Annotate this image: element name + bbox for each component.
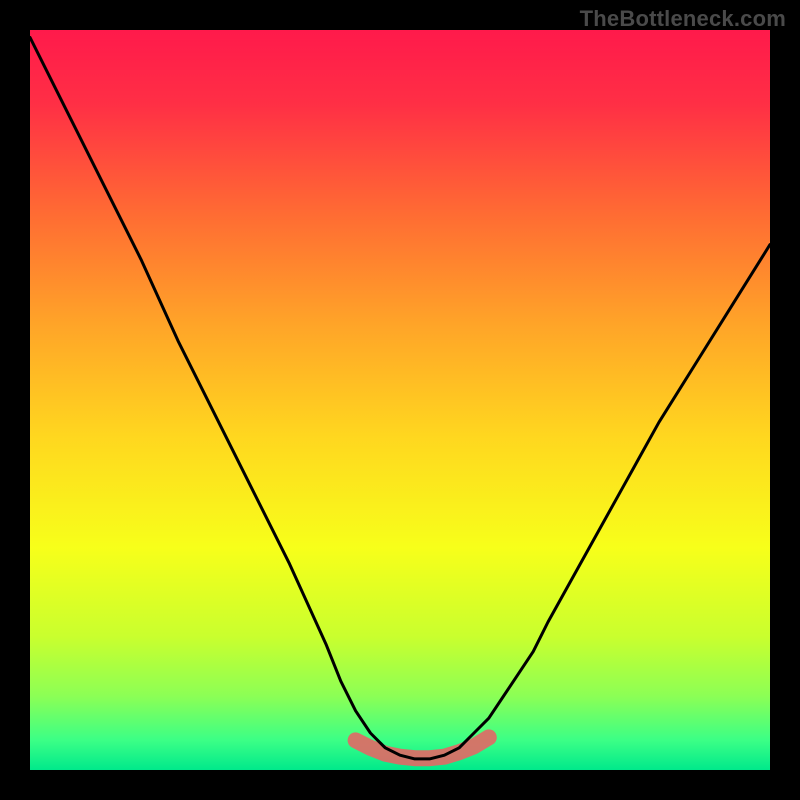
chart-frame: TheBottleneck.com xyxy=(0,0,800,800)
gradient-background xyxy=(30,30,770,770)
bottleneck-chart xyxy=(30,30,770,770)
watermark-text: TheBottleneck.com xyxy=(580,6,786,32)
plot-area xyxy=(30,30,770,770)
